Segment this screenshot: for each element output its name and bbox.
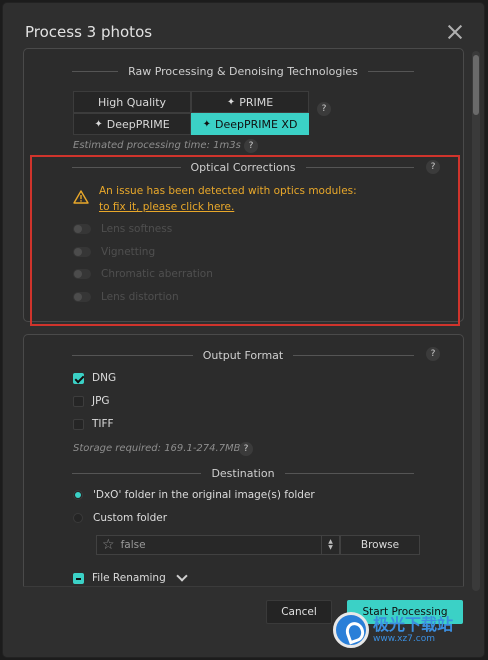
format-jpg[interactable]: JPG xyxy=(73,394,110,408)
output-heading: Output Format xyxy=(72,347,415,363)
folder-stepper-icon[interactable]: ▲ ▼ xyxy=(321,536,339,554)
cancel-button[interactable]: Cancel xyxy=(266,600,332,624)
toggle-lens-distortion[interactable]: Lens distortion xyxy=(73,289,179,305)
optical-help-icon[interactable]: ? xyxy=(426,160,440,174)
destination-dxo-folder[interactable]: 'DxO' folder in the original image(s) fo… xyxy=(73,488,315,502)
watermark: 极光下载站 www.xz7.com xyxy=(333,612,453,648)
fix-optics-link[interactable]: to fix it, please click here. xyxy=(99,199,357,215)
scrollbar[interactable] xyxy=(472,51,480,591)
scrollbar-thumb[interactable] xyxy=(473,55,479,115)
toggle-switch[interactable] xyxy=(73,269,91,279)
storage-required: Storage required: 169.1-274.7MB xyxy=(73,443,241,454)
toggle-switch[interactable] xyxy=(73,247,91,257)
sparkle-icon: ✦ xyxy=(94,118,103,130)
destination-heading: Destination xyxy=(72,465,414,481)
warning-icon xyxy=(73,190,89,204)
optical-heading: Optical Corrections xyxy=(72,159,414,175)
close-icon[interactable] xyxy=(448,25,462,39)
dxo-folder-radio[interactable] xyxy=(73,490,83,500)
browse-button[interactable]: Browse xyxy=(340,535,420,555)
raw-heading: Raw Processing & Denoising Technologies xyxy=(72,63,414,79)
sparkle-icon: ✦ xyxy=(226,96,236,108)
destination-custom-folder[interactable]: Custom folder xyxy=(73,511,167,525)
estimated-time: Estimated processing time: 1m3s xyxy=(73,140,241,151)
toggle-lens-softness[interactable]: Lens softness xyxy=(73,221,172,237)
tiff-checkbox[interactable] xyxy=(73,418,84,430)
jpg-checkbox[interactable] xyxy=(73,395,84,407)
footer-divider xyxy=(23,586,464,587)
raw-help-icon[interactable]: ? xyxy=(317,102,331,116)
toggle-switch[interactable] xyxy=(73,224,91,234)
file-renaming-checkbox[interactable] xyxy=(73,572,84,584)
optics-warning: An issue has been detected with optics m… xyxy=(99,185,357,215)
dng-checkbox[interactable] xyxy=(73,372,84,384)
star-icon[interactable]: ☆ xyxy=(102,538,115,552)
output-help-icon[interactable]: ? xyxy=(426,347,440,361)
toggle-chromatic-aberration[interactable]: Chromatic aberration xyxy=(73,266,213,282)
format-tiff[interactable]: TIFF xyxy=(73,417,114,431)
storage-help-icon[interactable]: ? xyxy=(239,442,253,456)
option-deepprime[interactable]: ✦ DeepPRIME xyxy=(73,113,191,135)
chevron-down-icon[interactable] xyxy=(176,570,188,582)
estimate-help-icon[interactable]: ? xyxy=(244,139,258,153)
option-high-quality[interactable]: High Quality xyxy=(73,91,191,113)
toggle-vignetting[interactable]: Vignetting xyxy=(73,244,155,260)
folder-value: false xyxy=(120,539,146,551)
format-dng[interactable]: DNG xyxy=(73,371,116,385)
option-deepprime-xd[interactable]: ✦ DeepPRIME XD xyxy=(191,113,309,135)
sparkle-icon: ✦ xyxy=(202,118,211,130)
toggle-switch[interactable] xyxy=(73,292,91,302)
denoise-segmented-control: High Quality ✦ PRIME ✦ DeepPRIME ✦ DeepPRIM… xyxy=(73,91,309,135)
watermark-logo xyxy=(333,612,369,648)
custom-folder-radio[interactable] xyxy=(73,513,83,523)
custom-folder-field[interactable]: ☆ false ▲ ▼ xyxy=(96,535,340,555)
file-renaming-toggle[interactable]: File Renaming xyxy=(73,570,188,585)
dialog-title: Process 3 photos xyxy=(25,23,153,41)
watermark-url: www.xz7.com xyxy=(373,634,435,644)
option-prime[interactable]: ✦ PRIME xyxy=(191,91,309,113)
watermark-text: 极光下载站 xyxy=(373,615,454,634)
